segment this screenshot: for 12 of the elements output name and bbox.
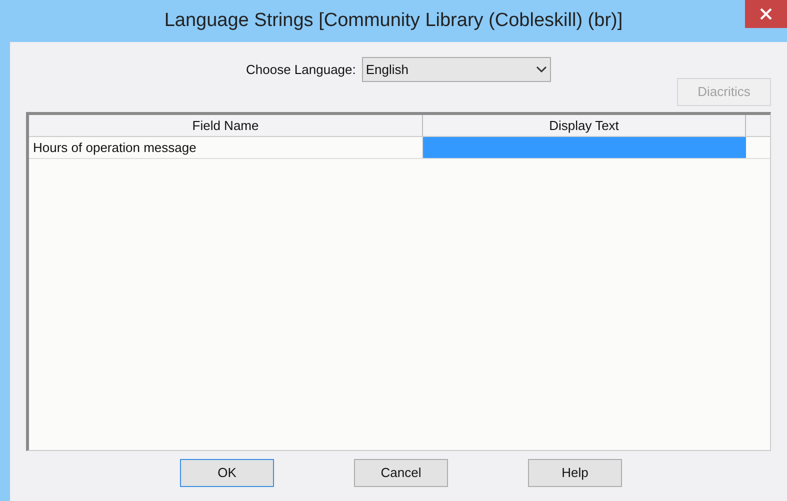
selected-cell[interactable] — [423, 137, 746, 158]
language-dropdown[interactable]: English — [362, 57, 551, 82]
dialog-button[interactable]: Help — [528, 459, 622, 487]
window-title: Language Strings [Community Library (Cobleskill) (br)] — [164, 8, 623, 33]
column-header[interactable]: Field Name — [29, 115, 423, 136]
dialog-button[interactable]: Cancel — [354, 459, 448, 487]
dialog-button[interactable]: OK — [180, 459, 274, 487]
chevron-down-icon — [536, 66, 547, 73]
close-icon — [760, 8, 772, 20]
language-label: Choose Language: — [246, 60, 356, 79]
close-button[interactable] — [745, 0, 787, 28]
column-header[interactable]: Display Text — [423, 115, 746, 136]
